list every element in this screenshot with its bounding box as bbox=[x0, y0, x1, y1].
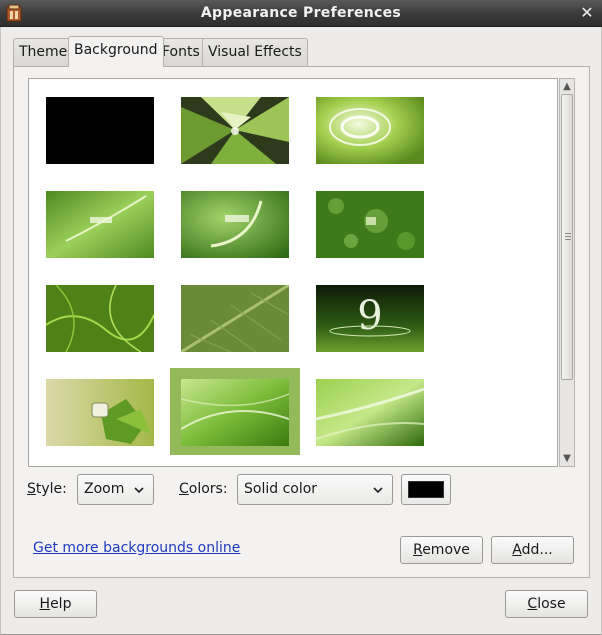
tab-theme[interactable]: Theme bbox=[13, 38, 74, 66]
wallpaper-green-leaf[interactable] bbox=[181, 285, 289, 352]
wallpaper-linux-mint-helena-1[interactable] bbox=[46, 191, 154, 258]
chevron-down-icon bbox=[373, 487, 383, 494]
color-swatch bbox=[408, 481, 444, 498]
add-button[interactable]: Add... bbox=[491, 536, 574, 564]
title-bar: Appearance Preferences ✕ bbox=[0, 0, 602, 27]
scroll-up-icon[interactable]: ▲ bbox=[560, 80, 574, 94]
chevron-down-icon bbox=[134, 487, 144, 494]
wallpaper-green-texture[interactable] bbox=[46, 285, 154, 352]
style-value: Zoom bbox=[84, 481, 125, 497]
scroll-down-icon[interactable]: ▼ bbox=[560, 452, 574, 466]
colors-dropdown[interactable]: Solid color bbox=[237, 474, 393, 505]
colors-label: Colors: bbox=[179, 481, 228, 497]
wallpaper-mint-logo-leaves[interactable] bbox=[46, 379, 154, 446]
svg-text:9: 9 bbox=[357, 293, 382, 339]
get-more-backgrounds-link[interactable]: Get more backgrounds online bbox=[33, 540, 240, 556]
wallpaper-green-geometric-9[interactable] bbox=[181, 97, 289, 164]
style-label: Style: bbox=[27, 481, 67, 497]
window-close-icon[interactable]: ✕ bbox=[578, 3, 596, 23]
wallpaper-green-light-beams[interactable] bbox=[316, 379, 424, 446]
style-dropdown[interactable]: Zoom bbox=[77, 474, 154, 505]
wallpaper-mint-9-dark[interactable]: 9 bbox=[316, 285, 424, 352]
wallpaper-black[interactable] bbox=[46, 97, 154, 164]
wallpaper-linux-mint-helena-2[interactable] bbox=[181, 191, 289, 258]
scrollbar-grip-icon bbox=[565, 233, 571, 240]
colors-value: Solid color bbox=[244, 481, 318, 497]
primary-color-button[interactable] bbox=[401, 474, 451, 505]
wallpaper-green-rays[interactable] bbox=[181, 379, 289, 446]
tab-visual-effects[interactable]: Visual Effects bbox=[202, 38, 308, 66]
window-title: Appearance Preferences bbox=[200, 5, 402, 21]
close-button[interactable]: Close bbox=[505, 590, 588, 618]
remove-button[interactable]: Remove bbox=[400, 536, 483, 564]
help-button[interactable]: Help bbox=[14, 590, 97, 618]
wallpaper-green-bokeh[interactable] bbox=[316, 191, 424, 258]
wallpaper-green-swirl[interactable] bbox=[316, 97, 424, 164]
tab-background[interactable]: Background bbox=[68, 36, 164, 67]
